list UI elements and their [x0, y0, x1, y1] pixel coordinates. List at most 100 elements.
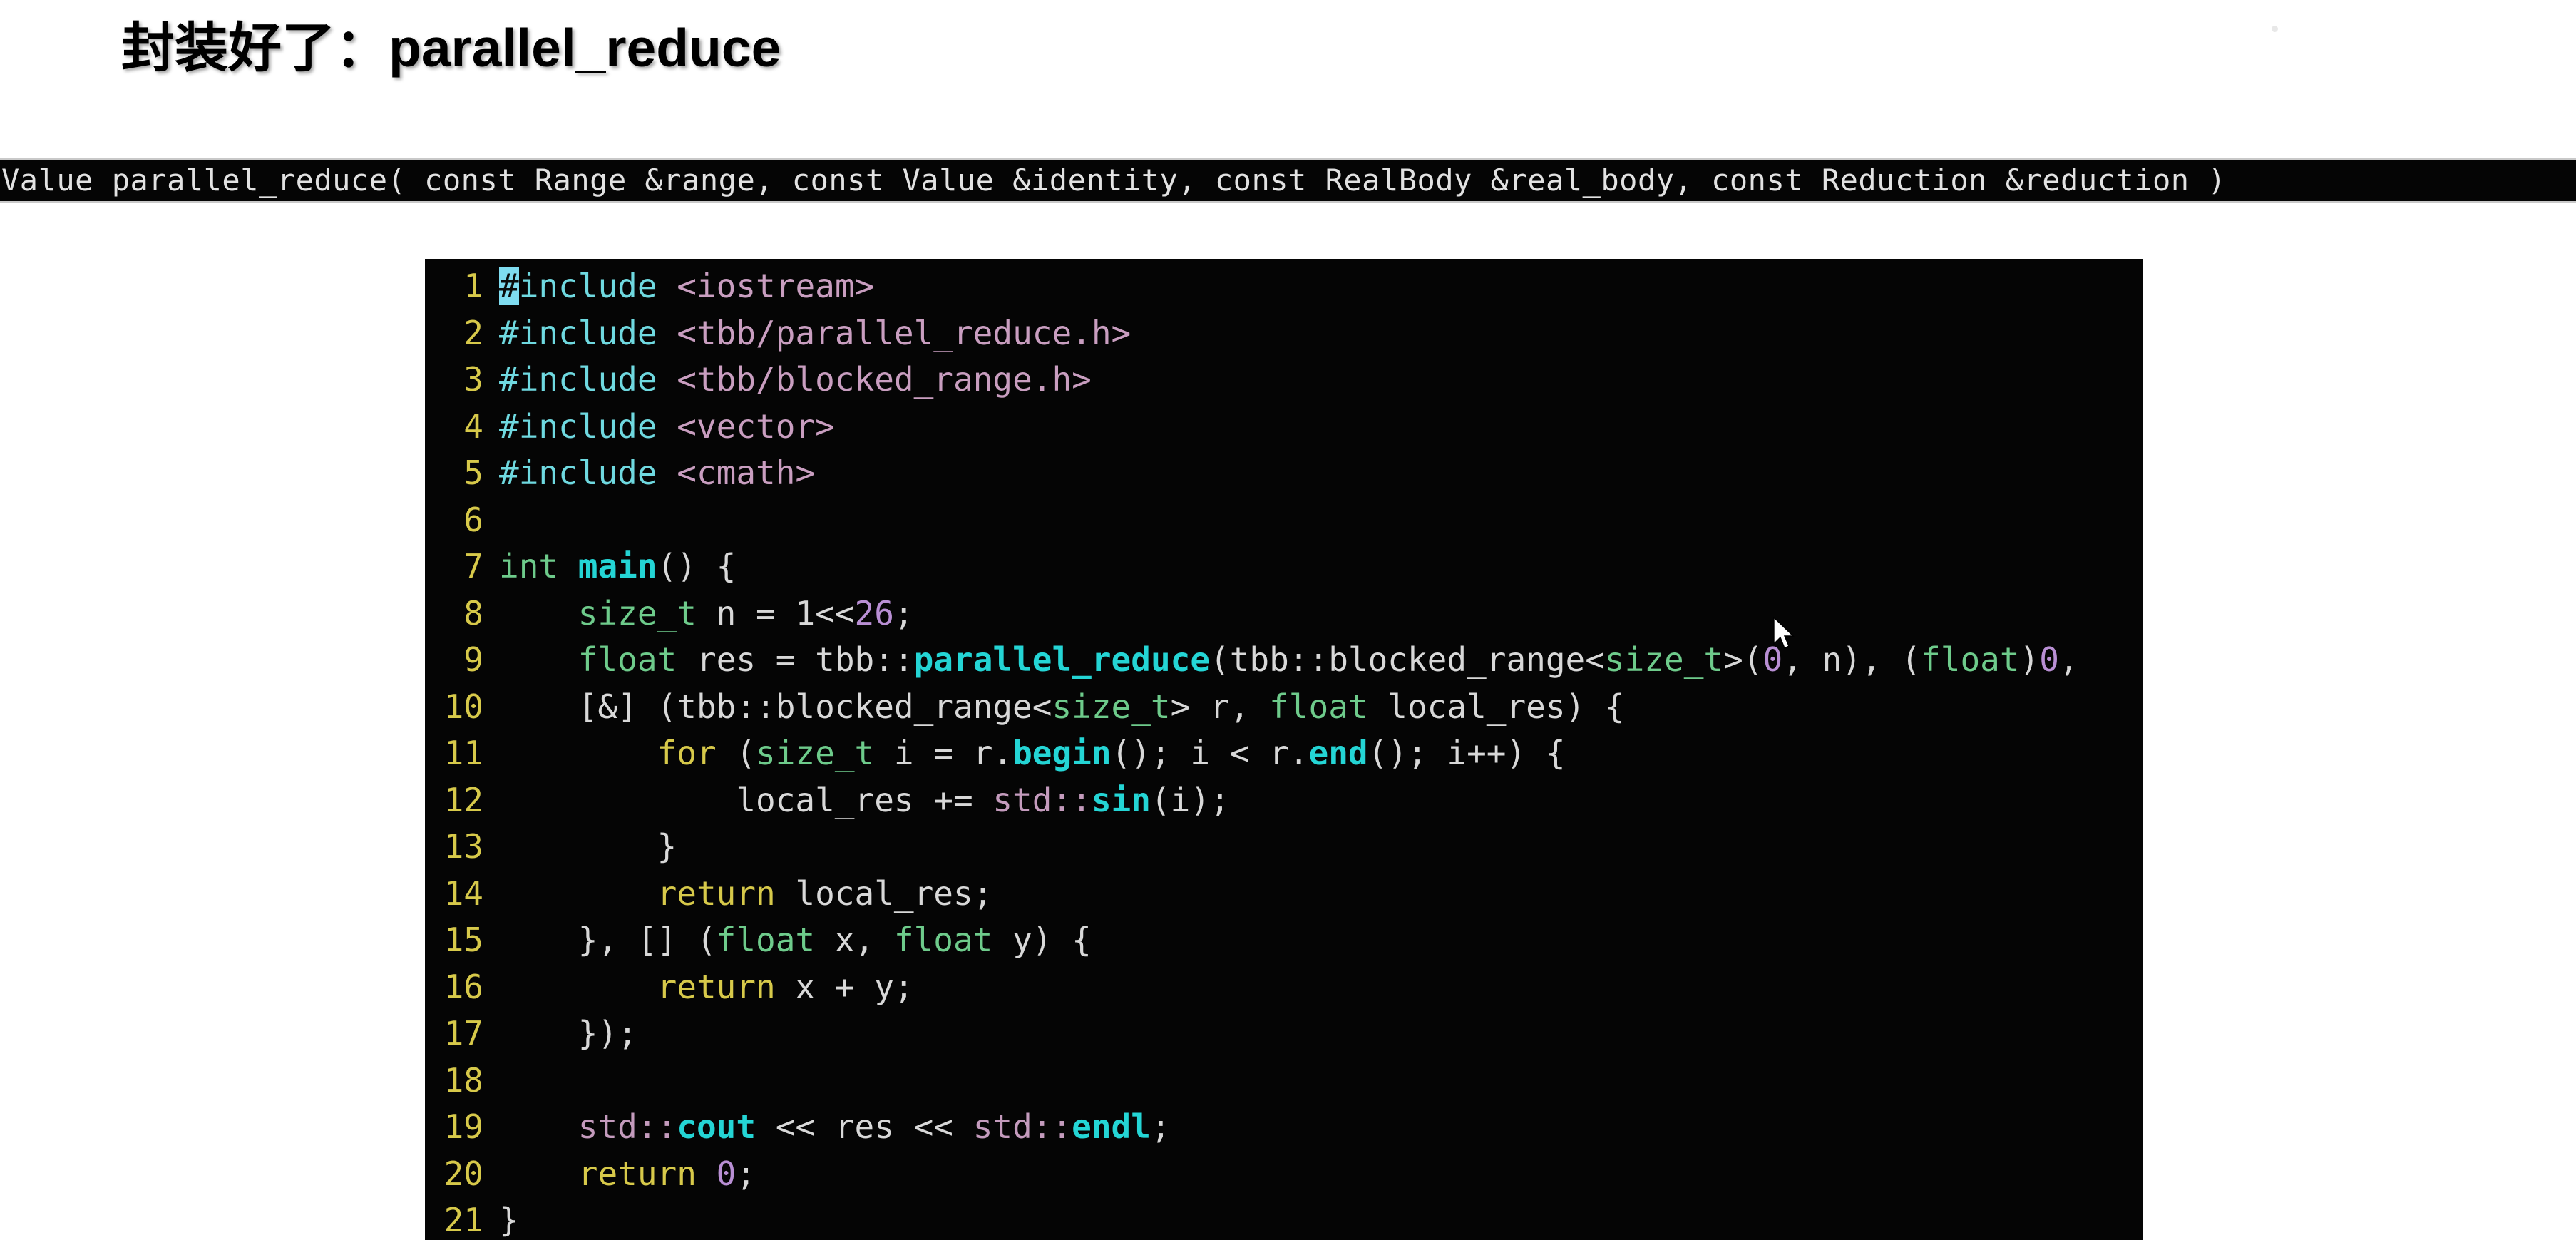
function-signature-text: Value parallel_reduce( const Range &rang… [1, 163, 2227, 198]
code-token: size_t [1604, 640, 1724, 679]
code-token: begin [1012, 734, 1112, 772]
code-token: }, [] ( [499, 921, 717, 959]
line-content: }, [] (float x, float y) { [499, 917, 1092, 964]
code-token: (tbb::blocked_range< [1210, 640, 1605, 679]
code-line[interactable]: 16 return x + y; [425, 964, 2143, 1011]
line-number: 21 [443, 1201, 483, 1239]
code-line[interactable]: 18 [425, 1057, 2143, 1105]
code-token: end [1308, 734, 1368, 772]
code-token: (i); [1150, 780, 1230, 819]
code-token: size_t [756, 734, 875, 772]
code-lines-container: 1 #include <iostream> 2 #include <tbb/paral… [425, 263, 2143, 1240]
line-content: #include <tbb/parallel_reduce.h> [499, 310, 1131, 357]
code-token: <tbb/blocked_range.h> [677, 360, 1092, 399]
line-number: 19 [443, 1107, 483, 1146]
line-number: 18 [443, 1060, 483, 1100]
code-token: local_res; [775, 874, 993, 913]
line-number: 3 [463, 360, 483, 399]
code-token: <tbb/parallel_reduce.h> [677, 313, 1132, 352]
code-line[interactable]: 7 int main() { [425, 543, 2143, 590]
code-token: () { [657, 547, 737, 585]
code-line[interactable]: 6 [425, 497, 2143, 544]
code-line[interactable]: 20 return 0; [425, 1151, 2143, 1198]
code-token: x, [815, 921, 894, 959]
code-line[interactable]: 10 [&] (tbb::blocked_range<size_t> r, fl… [425, 684, 2143, 731]
code-line[interactable]: 11 for (size_t i = r.begin(); i < r.end(… [425, 730, 2143, 777]
line-content: float res = tbb::parallel_reduce(tbb::bl… [499, 637, 2079, 684]
code-token: std:: [578, 1107, 677, 1146]
code-line[interactable]: 14 return local_res; [425, 871, 2143, 918]
line-content: #include <iostream> [499, 263, 874, 310]
code-token: (); i++) { [1367, 734, 1566, 772]
page-title-latin: parallel_reduce [389, 18, 781, 78]
code-token: #include [499, 454, 657, 492]
line-number: 2 [463, 313, 483, 352]
code-token: #include [499, 313, 657, 352]
code-token: sin [1091, 780, 1151, 819]
code-token: 0 [2039, 640, 2059, 679]
code-line[interactable]: 21} [425, 1197, 2143, 1240]
line-number: 7 [463, 547, 483, 585]
code-token: x + y; [775, 967, 914, 1006]
code-token: , n), ( [1782, 640, 1921, 679]
code-line[interactable]: 3 #include <tbb/blocked_range.h> [425, 357, 2143, 404]
code-token: return [657, 874, 776, 913]
code-token: std:: [992, 780, 1092, 819]
code-line[interactable]: 5 #include <cmath> [425, 450, 2143, 497]
code-token: }); [499, 1014, 637, 1052]
code-token: # [499, 267, 519, 305]
code-token: cout [677, 1107, 756, 1146]
code-token: local_res) { [1367, 687, 1625, 726]
code-line[interactable]: 4 #include <vector> [425, 404, 2143, 451]
code-line[interactable]: 12 local_res += std::sin(i); [425, 777, 2143, 824]
code-token: #include [499, 406, 657, 446]
code-token: res = tbb:: [677, 640, 914, 679]
line-content: } [499, 824, 677, 871]
code-line[interactable]: 8 size_t n = 1<<26; [425, 590, 2143, 637]
code-line[interactable]: 15 }, [] (float x, float y) { [425, 917, 2143, 964]
code-token: return [657, 967, 776, 1006]
line-number: 13 [443, 827, 483, 866]
line-number: 12 [443, 780, 483, 819]
code-token: ) [2019, 640, 2040, 679]
code-line[interactable]: 17 }); [425, 1010, 2143, 1057]
line-number: 10 [443, 687, 483, 726]
code-editor-panel[interactable]: 1 #include <iostream> 2 #include <tbb/paral… [425, 259, 2143, 1240]
line-content: } [499, 1197, 519, 1240]
code-line[interactable]: 1 #include <iostream> [425, 263, 2143, 310]
decorative-dot [2272, 26, 2278, 32]
code-line[interactable]: 2 #include <tbb/parallel_reduce.h> [425, 310, 2143, 357]
line-number: 9 [463, 640, 483, 679]
code-token: size_t [578, 593, 697, 632]
code-token: parallel_reduce [913, 640, 1211, 679]
code-token: << res << [756, 1107, 973, 1146]
code-token: local_res += [499, 780, 993, 819]
code-token: y) { [992, 921, 1092, 959]
code-token: ; [893, 593, 914, 632]
line-content: local_res += std::sin(i); [499, 777, 1230, 824]
line-content: return local_res; [499, 871, 993, 918]
code-line[interactable]: 19 std::cout << res << std::endl; [425, 1104, 2143, 1151]
function-signature-bar: Value parallel_reduce( const Range &rang… [0, 158, 2576, 203]
code-line[interactable]: 13 } [425, 824, 2143, 871]
code-token: include [518, 267, 657, 305]
line-number: 14 [443, 874, 483, 913]
code-token: >( [1723, 640, 1763, 679]
code-token: float [1921, 640, 2020, 679]
line-content: size_t n = 1<<26; [499, 590, 914, 637]
code-token: i = r. [874, 734, 1013, 772]
code-token: 26 [854, 593, 894, 632]
code-token: <vector> [677, 406, 835, 446]
code-token: } [499, 1201, 519, 1239]
line-content: for (size_t i = r.begin(); i < r.end(); … [499, 730, 1566, 777]
code-token: float [1269, 687, 1368, 726]
code-line[interactable]: 9 float res = tbb::parallel_reduce(tbb::… [425, 637, 2143, 684]
line-content: std::cout << res << std::endl; [499, 1104, 1171, 1151]
code-token: float [893, 921, 993, 959]
